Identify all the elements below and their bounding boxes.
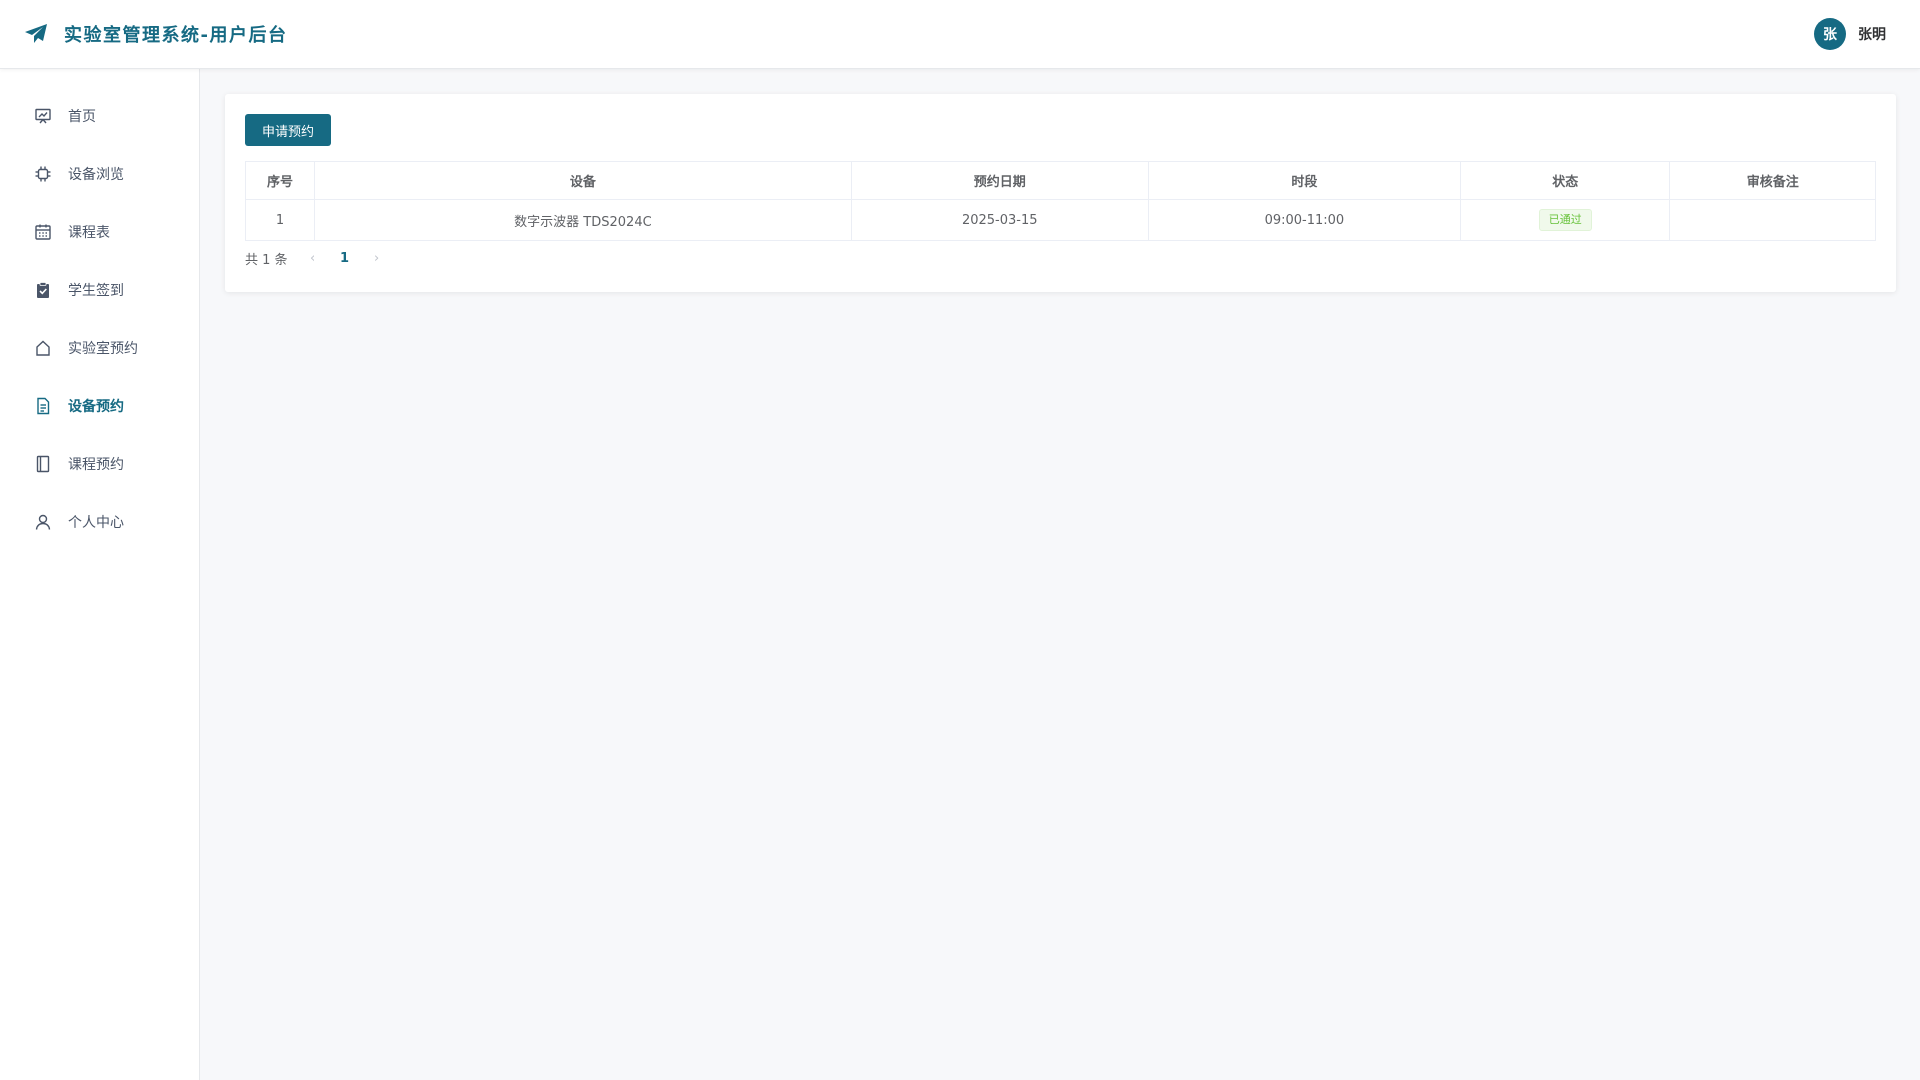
calendar-icon	[34, 223, 52, 241]
chevron-right-icon[interactable]: ›	[366, 251, 388, 266]
sidebar-item-label: 设备浏览	[68, 167, 124, 183]
pagination: 共 1 条 ‹ 1 ›	[245, 250, 1876, 268]
chip-icon	[34, 165, 52, 183]
presentation-chart-icon	[34, 107, 52, 125]
main-content: 申请预约 序号 设备 预约日期 时段 状态 审核备注 1 数字示波器 TDS20…	[200, 69, 1920, 1080]
sidebar-item-schedule[interactable]: 课程表	[0, 203, 199, 261]
sidebar-item-device-reservation[interactable]: 设备预约	[0, 377, 199, 435]
column-header-slot: 时段	[1147, 161, 1462, 200]
reservation-card: 申请预约 序号 设备 预约日期 时段 状态 审核备注 1 数字示波器 TDS20…	[225, 94, 1896, 292]
column-header-device: 设备	[314, 161, 852, 200]
paper-plane-icon	[24, 21, 50, 47]
column-header-status: 状态	[1460, 161, 1671, 200]
apply-reservation-button[interactable]: 申请预约	[245, 114, 332, 146]
sidebar-item-label: 个人中心	[68, 515, 124, 531]
reservation-table: 序号 设备 预约日期 时段 状态 审核备注 1 数字示波器 TDS2024C 2…	[245, 161, 1876, 241]
sidebar-item-label: 首页	[68, 109, 96, 125]
cell-index: 1	[245, 199, 315, 241]
table-row: 1 数字示波器 TDS2024C 2025-03-15 09:00-11:00 …	[245, 199, 1876, 241]
cell-slot: 09:00-11:00	[1147, 199, 1462, 241]
pagination-page-1[interactable]: 1	[338, 251, 352, 266]
cell-status: 已通过	[1460, 199, 1671, 241]
sidebar-item-profile[interactable]: 个人中心	[0, 493, 199, 551]
cell-date: 2025-03-15	[850, 199, 1149, 241]
brand: 实验室管理系统-用户后台	[24, 21, 287, 47]
column-header-remark: 审核备注	[1669, 161, 1876, 200]
sidebar-item-device-browse[interactable]: 设备浏览	[0, 145, 199, 203]
sidebar-item-label: 设备预约	[68, 399, 124, 415]
column-header-date: 预约日期	[850, 161, 1149, 200]
notebook-icon	[34, 455, 52, 473]
chevron-left-icon[interactable]: ‹	[302, 251, 324, 266]
cell-device: 数字示波器 TDS2024C	[314, 199, 852, 241]
sidebar-item-lab-reservation[interactable]: 实验室预约	[0, 319, 199, 377]
status-badge: 已通过	[1538, 209, 1592, 231]
user-menu[interactable]: 张 张明	[1814, 18, 1886, 50]
sidebar-item-label: 学生签到	[68, 283, 124, 299]
app-title: 实验室管理系统-用户后台	[64, 25, 288, 46]
sidebar-item-label: 课程预约	[68, 457, 124, 473]
column-header-index: 序号	[245, 161, 315, 200]
user-icon	[34, 513, 52, 531]
sidebar-item-home[interactable]: 首页	[0, 87, 199, 145]
sidebar: 首页 设备浏览 课程表 学生签到 实验室预约 设备预约 课程预约 个人中心	[0, 69, 200, 1080]
sidebar-item-student-checkin[interactable]: 学生签到	[0, 261, 199, 319]
sidebar-item-label: 课程表	[68, 225, 110, 241]
cell-remark	[1669, 199, 1876, 241]
clipboard-check-icon	[34, 281, 52, 299]
document-icon	[34, 397, 52, 415]
avatar[interactable]: 张	[1814, 18, 1846, 50]
pagination-total: 共 1 条	[245, 252, 288, 268]
sidebar-item-label: 实验室预约	[68, 341, 138, 357]
username[interactable]: 张明	[1858, 24, 1886, 44]
house-icon	[34, 339, 52, 357]
sidebar-item-course-reservation[interactable]: 课程预约	[0, 435, 199, 493]
top-header: 实验室管理系统-用户后台 张 张明	[0, 0, 1920, 69]
table-header-row: 序号 设备 预约日期 时段 状态 审核备注	[245, 161, 1876, 200]
